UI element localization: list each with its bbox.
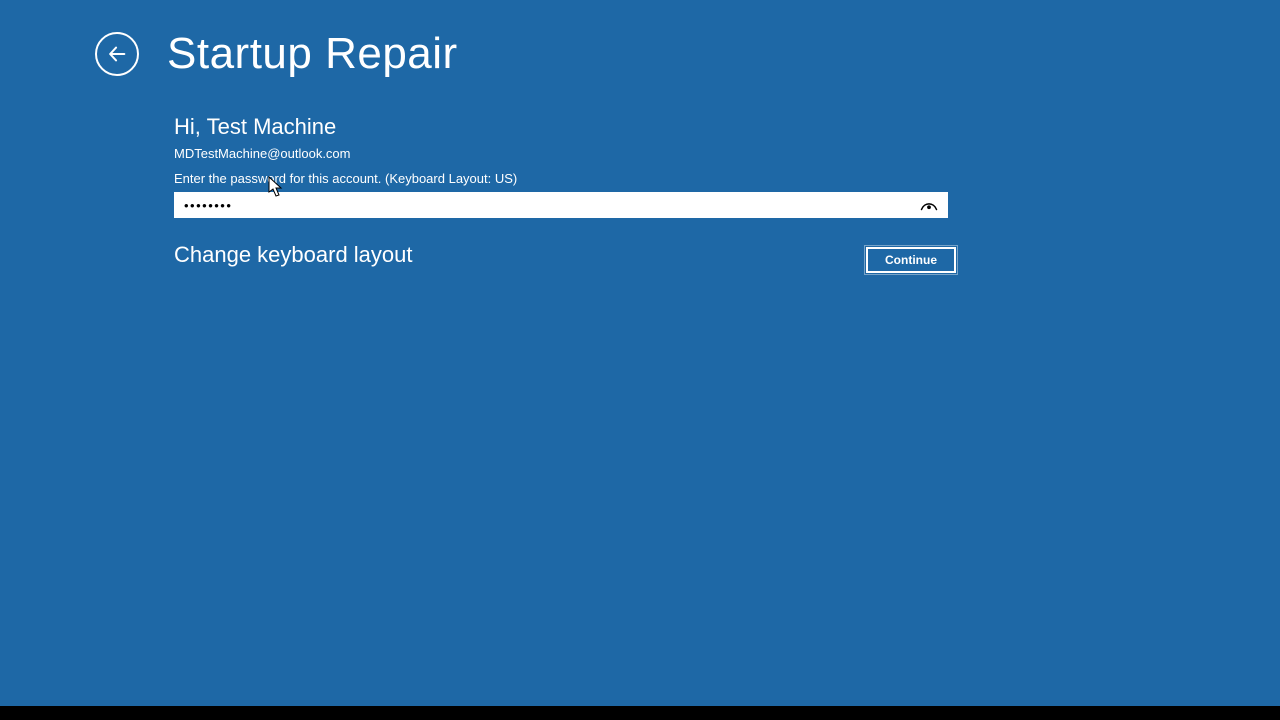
eye-icon	[920, 198, 938, 212]
account-greeting: Hi, Test Machine	[174, 114, 954, 140]
password-input[interactable]	[174, 192, 948, 218]
back-button[interactable]	[95, 32, 139, 76]
change-keyboard-layout-link[interactable]: Change keyboard layout	[174, 242, 413, 268]
arrow-left-icon	[106, 43, 128, 65]
password-instruction: Enter the password for this account. (Ke…	[174, 171, 954, 186]
continue-button[interactable]: Continue	[866, 247, 956, 273]
page-title: Startup Repair	[167, 32, 458, 76]
account-email: MDTestMachine@outlook.com	[174, 146, 954, 161]
reveal-password-button[interactable]	[916, 192, 942, 218]
